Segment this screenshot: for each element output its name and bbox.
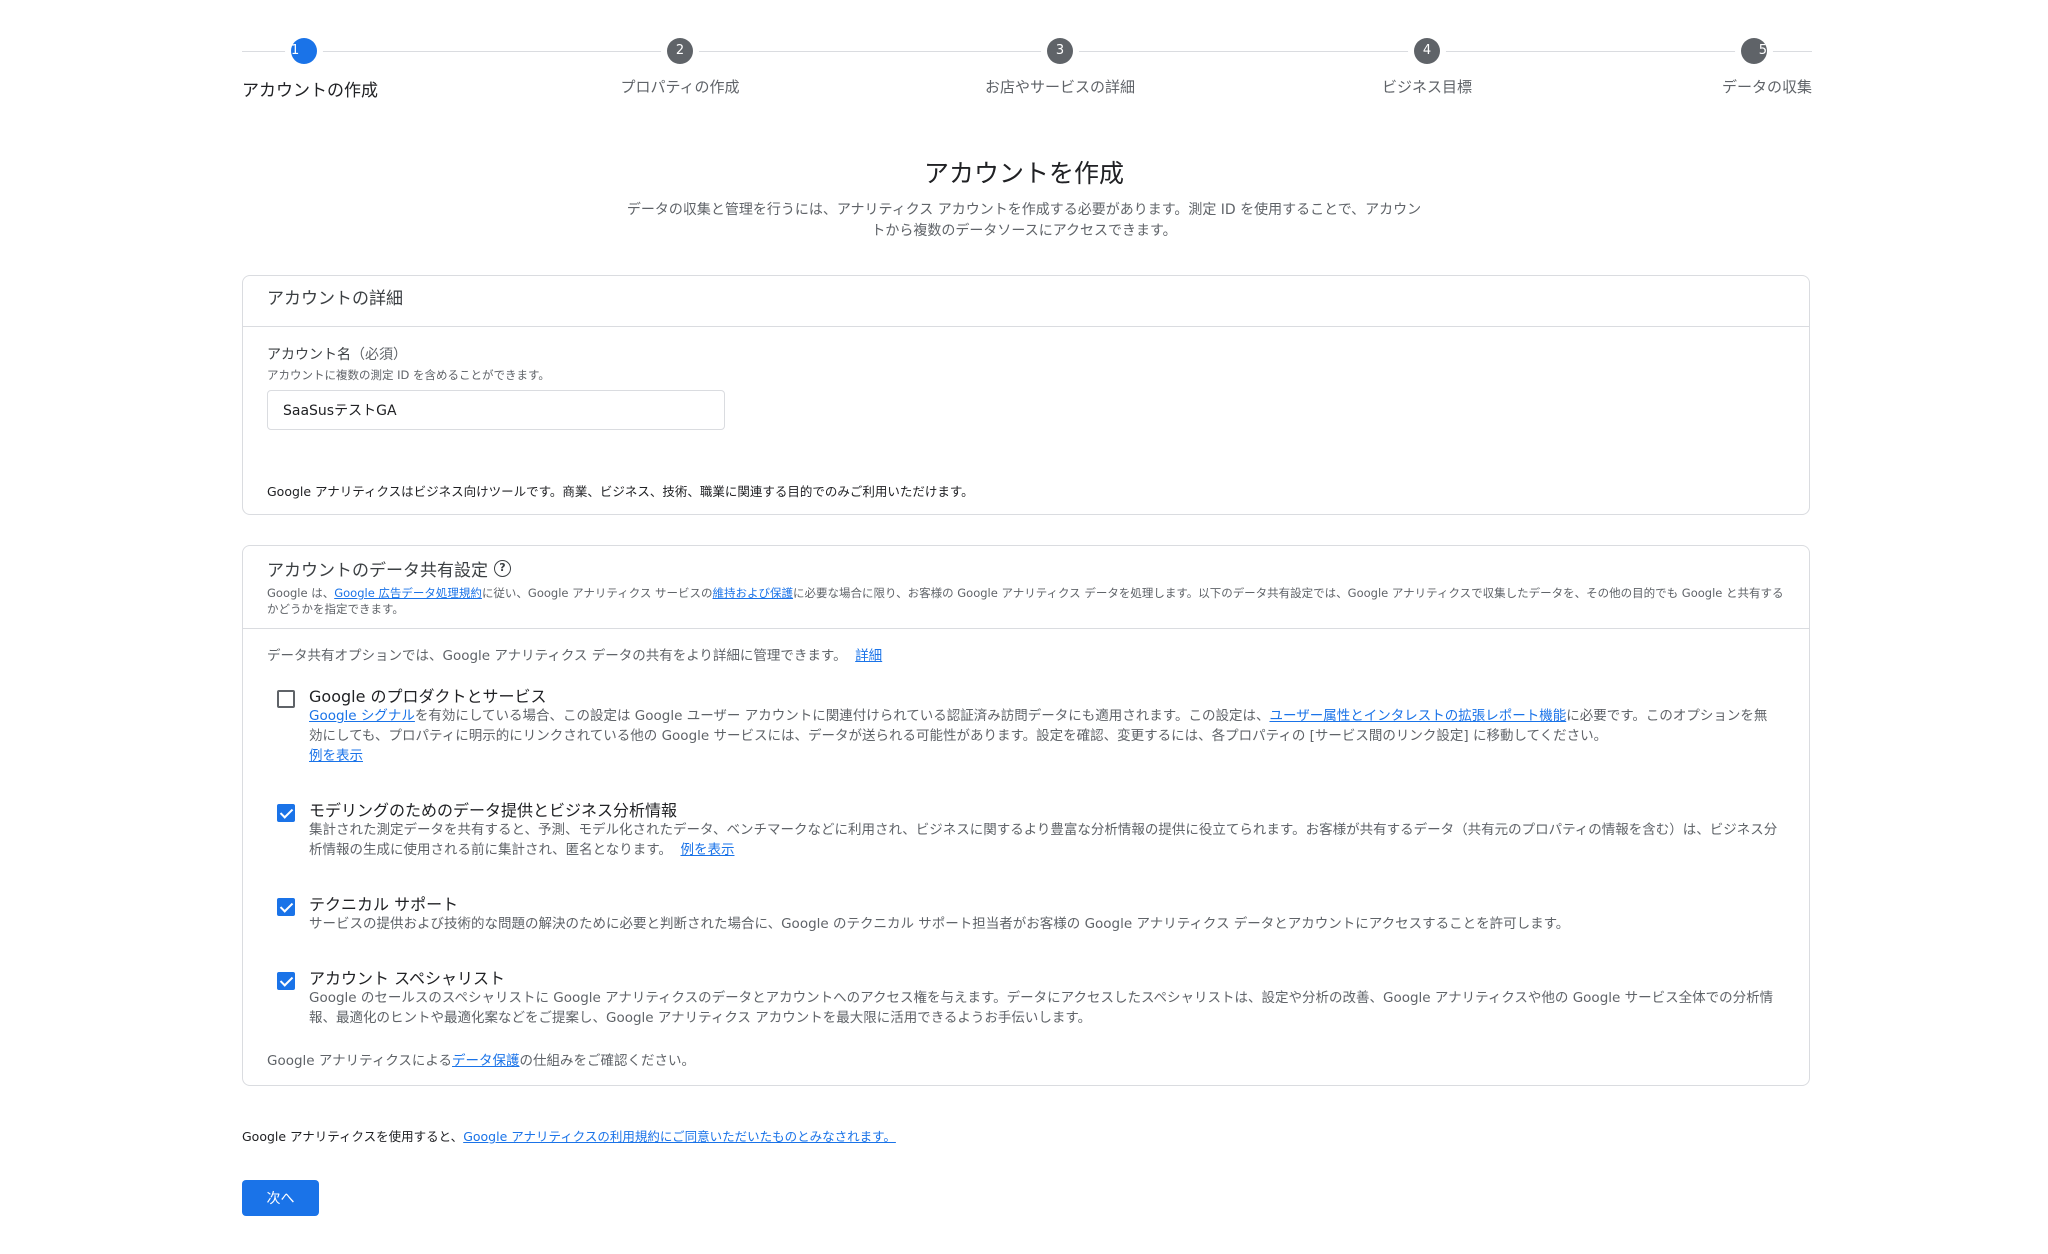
data-sharing-card: アカウントのデータ共有設定 ? Google は、Google 広告データ処理規… bbox=[242, 545, 1810, 1086]
technical-support-checkbox[interactable] bbox=[277, 898, 295, 916]
learn-more-link[interactable]: 詳細 bbox=[855, 648, 882, 664]
account-details-card: アカウントの詳細 アカウント名（必須） アカウントに複数の測定 ID を含めるこ… bbox=[242, 275, 1810, 515]
option-description: 集計された測定データを共有すると、予測、モデル化されたデータ、ベンチマークなどに… bbox=[309, 820, 1779, 860]
data-sharing-description: Google は、Google 広告データ処理規約に従い、Google アナリテ… bbox=[267, 585, 1787, 617]
terms-text: Google アナリティクスを使用すると、 bbox=[242, 1129, 464, 1144]
data-sharing-header: アカウントのデータ共有設定 ? Google は、Google 広告データ処理規… bbox=[243, 546, 1809, 629]
account-name-label: アカウント名（必須） bbox=[267, 344, 407, 364]
option-text-a: を有効にしている場合、この設定は Google ユーザー アカウントに関連付けら… bbox=[414, 708, 1270, 724]
desc-text-2: に従い、Google アナリティクス サービスの bbox=[481, 586, 713, 600]
data-sharing-title-row: アカウントのデータ共有設定 ? bbox=[267, 556, 1785, 581]
account-name-hint: アカウントに複数の測定 ID を含めることができます。 bbox=[267, 368, 550, 382]
step-4-label: ビジネス目標 bbox=[1381, 78, 1472, 96]
option-description: Google シグナルを有効にしている場合、この設定は Google ユーザー … bbox=[309, 706, 1779, 766]
next-button[interactable]: 次へ bbox=[242, 1180, 319, 1216]
step-1-label: アカウントの作成 bbox=[242, 81, 378, 101]
step-2-number: 2 bbox=[667, 38, 693, 64]
option-title: Google のプロダクトとサービス bbox=[309, 687, 547, 706]
step-2: 2 プロパティの作成 bbox=[580, 38, 780, 97]
terms-link[interactable]: Google アナリティクスの利用規約にご同意いただいたものとみなされます。 bbox=[463, 1129, 896, 1144]
account-name-label-text: アカウント名 bbox=[267, 347, 351, 363]
data-protection-link[interactable]: データ保護 bbox=[452, 1053, 520, 1069]
terms-notice: Google アナリティクスを使用すると、Google アナリティクスの利用規約… bbox=[242, 1126, 896, 1145]
page-description: データの収集と管理を行うには、アナリティクス アカウントを作成する必要があります… bbox=[626, 202, 1422, 239]
option-description: Google のセールスのスペシャリストに Google アナリティクスのデータ… bbox=[309, 990, 1774, 1026]
step-3-number: 3 bbox=[1047, 38, 1073, 64]
step-4: 4 ビジネス目標 bbox=[1327, 38, 1527, 97]
option-description: サービスの提供および技術的な問題の解決のために必要と判断された場合に、Googl… bbox=[309, 916, 1570, 932]
demographics-reports-link[interactable]: ユーザー属性とインタレストの拡張レポート機能 bbox=[1269, 708, 1566, 724]
option-title: アカウント スペシャリスト bbox=[309, 969, 505, 988]
privacy-text-1: Google アナリティクスによる bbox=[267, 1053, 453, 1069]
step-5-number: 5 bbox=[1741, 38, 1767, 64]
account-specialist-checkbox[interactable] bbox=[277, 972, 295, 990]
account-details-title: アカウントの詳細 bbox=[243, 276, 1809, 327]
step-3: 3 お店やサービスの詳細 bbox=[960, 38, 1160, 97]
privacy-text-2: の仕組みをご確認ください。 bbox=[519, 1053, 696, 1069]
option-text: 集計された測定データを共有すると、予測、モデル化されたデータ、ベンチマークなどに… bbox=[309, 822, 1778, 858]
step-1-number: 1 bbox=[291, 38, 317, 64]
desc-text-1: Google は、 bbox=[267, 586, 335, 600]
page-title: アカウントを作成 bbox=[923, 159, 1124, 188]
account-name-input[interactable] bbox=[267, 390, 725, 430]
data-protection-note: Google アナリティクスによるデータ保護の仕組みをご確認ください。 bbox=[267, 1049, 695, 1069]
google-products-checkbox[interactable] bbox=[277, 690, 295, 708]
help-icon[interactable]: ? bbox=[494, 560, 511, 577]
progress-stepper: 1 アカウントの作成 2 プロパティの作成 3 お店やサービスの詳細 4 ビジネ… bbox=[242, 38, 1812, 108]
step-3-label: お店やサービスの詳細 bbox=[984, 78, 1135, 96]
business-use-note: Google アナリティクスはビジネス向けツールです。商業、ビジネス、技術、職業… bbox=[267, 484, 974, 499]
step-5: 5 データの収集 bbox=[1612, 38, 1812, 97]
required-marker: （必須） bbox=[351, 347, 407, 363]
ads-data-terms-link[interactable]: Google 広告データ処理規約 bbox=[334, 586, 482, 600]
option-title: モデリングのためのデータ提供とビジネス分析情報 bbox=[309, 801, 678, 820]
data-sharing-title: アカウントのデータ共有設定 bbox=[267, 561, 488, 581]
show-example-link[interactable]: 例を表示 bbox=[680, 842, 734, 858]
maintain-protect-link[interactable]: 維持および保護 bbox=[713, 586, 794, 600]
step-2-label: プロパティの作成 bbox=[620, 78, 740, 96]
google-signals-link[interactable]: Google シグナル bbox=[309, 708, 415, 724]
intro-text: データ共有オプションでは、Google アナリティクス データの共有をより詳細に… bbox=[267, 648, 847, 664]
option-title: テクニカル サポート bbox=[309, 895, 459, 914]
show-example-link[interactable]: 例を表示 bbox=[309, 748, 363, 764]
modeling-checkbox[interactable] bbox=[277, 804, 295, 822]
step-1: 1 アカウントの作成 bbox=[242, 38, 442, 101]
step-5-label: データの収集 bbox=[1721, 78, 1812, 96]
data-sharing-intro: データ共有オプションでは、Google アナリティクス データの共有をより詳細に… bbox=[267, 644, 882, 664]
step-4-number: 4 bbox=[1414, 38, 1440, 64]
